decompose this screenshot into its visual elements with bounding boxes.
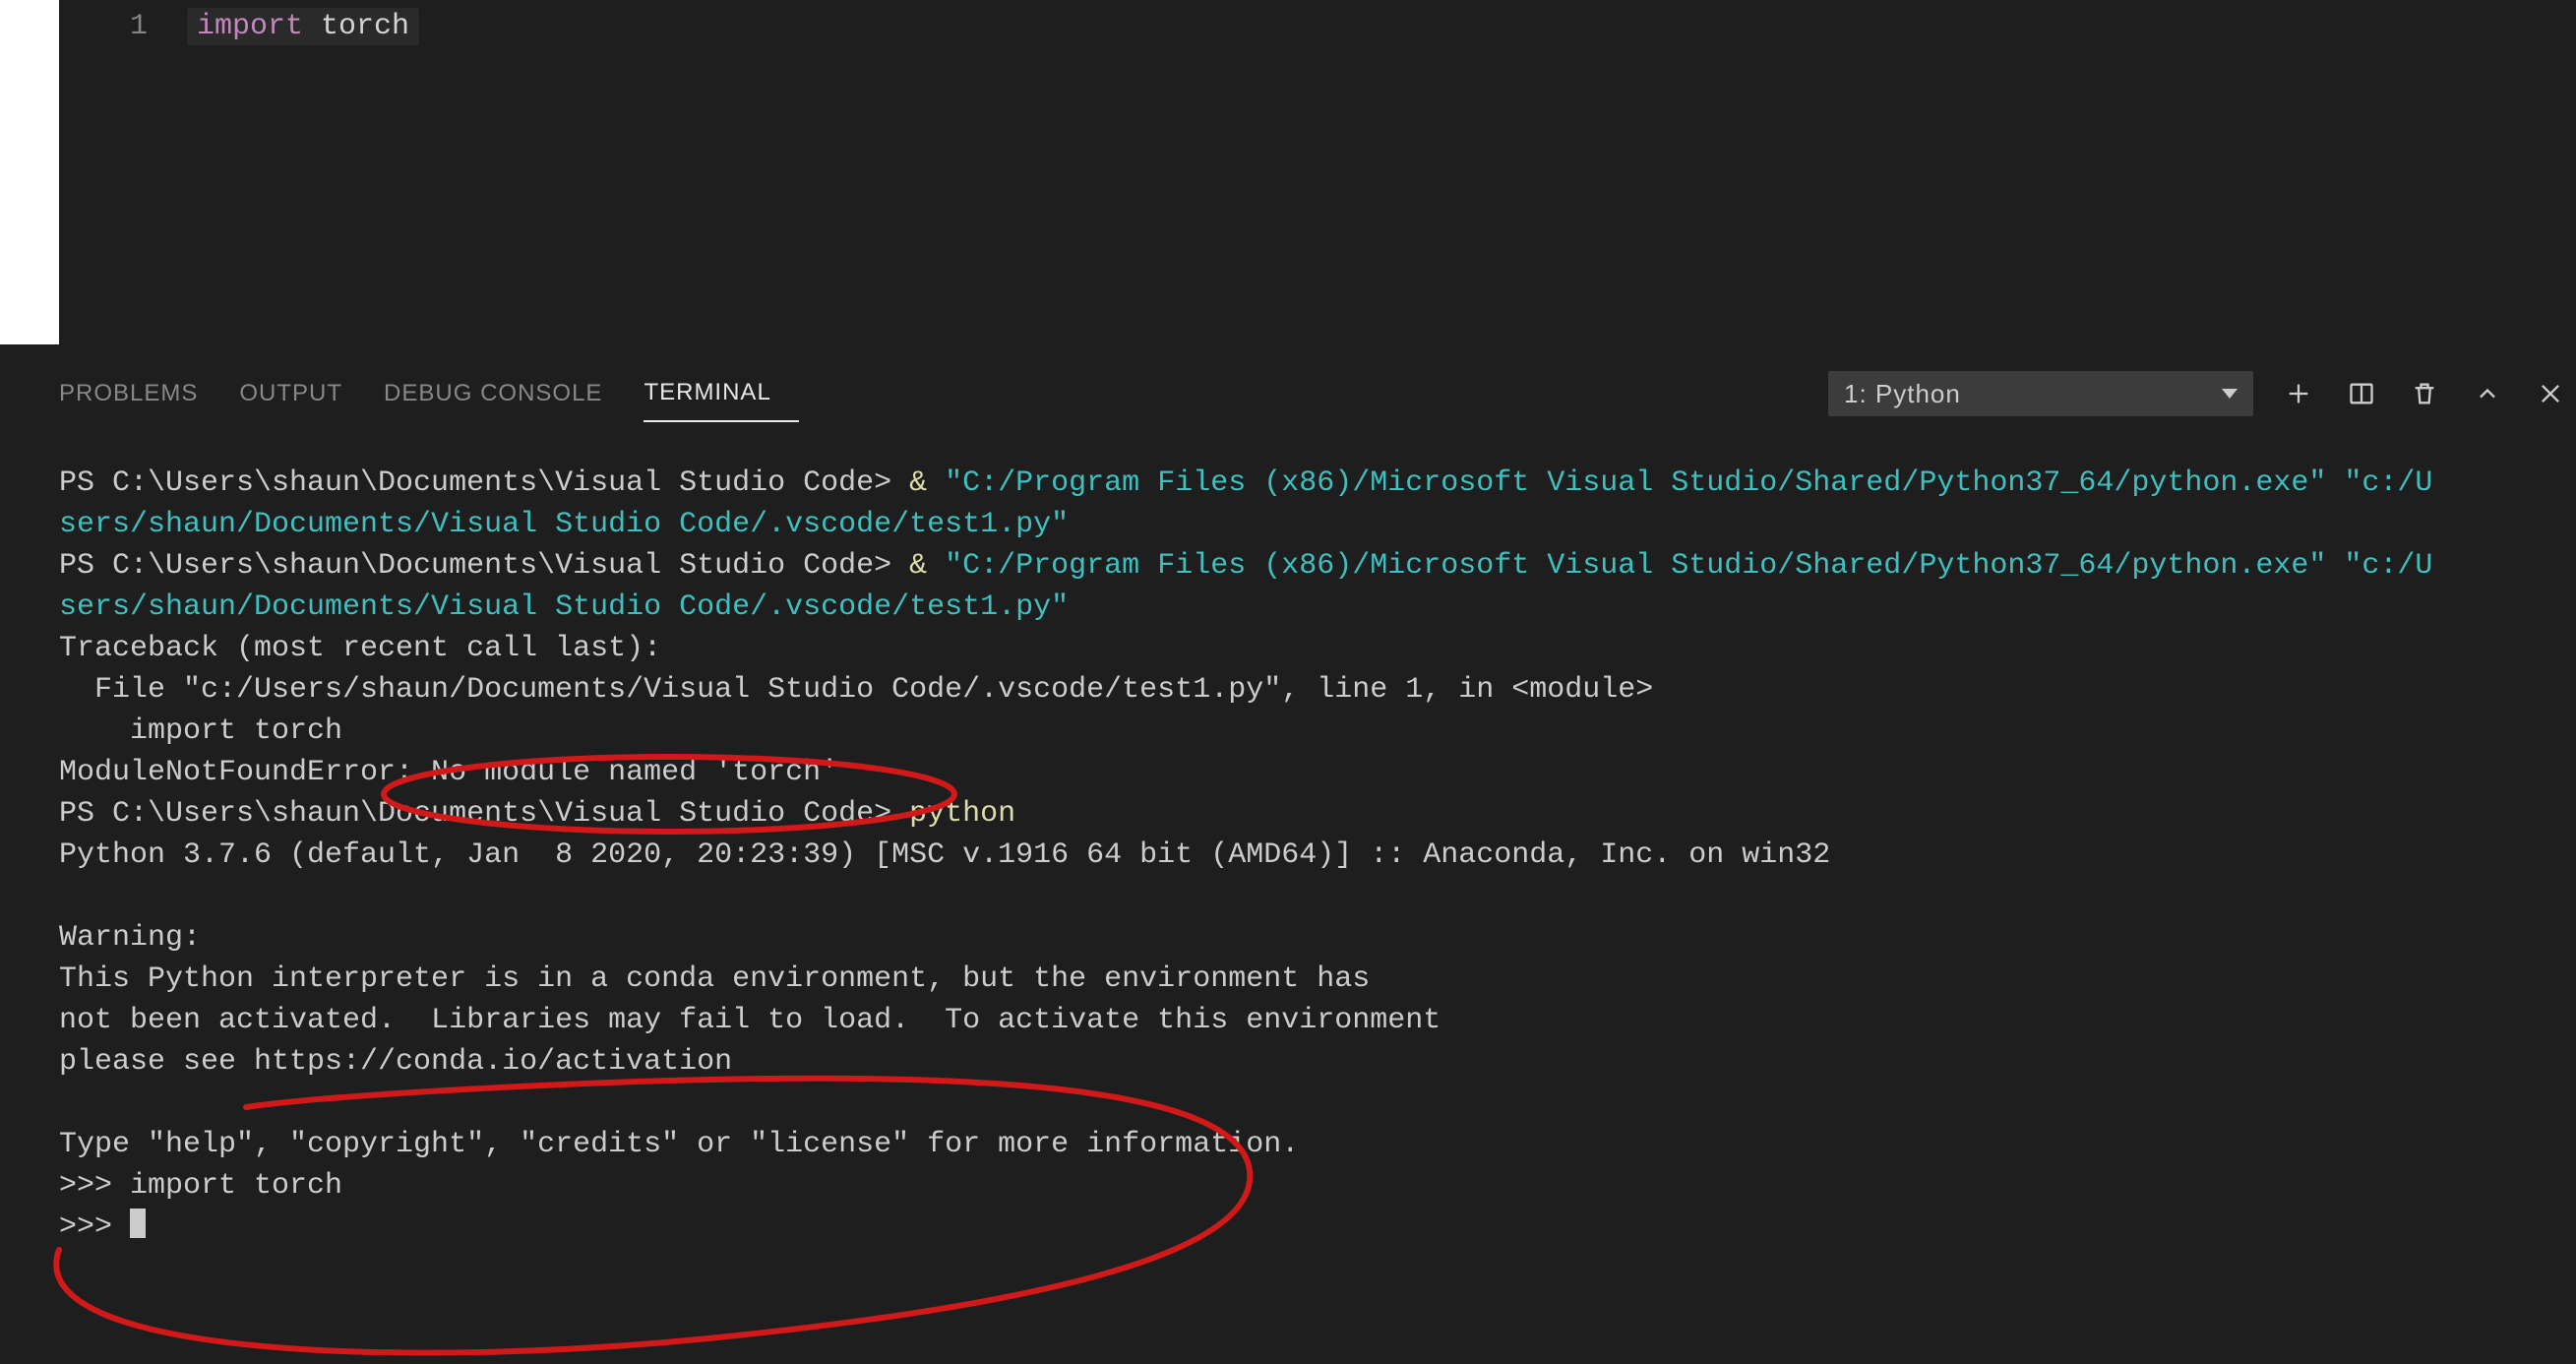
chevron-down-icon	[2222, 389, 2238, 399]
line-number: 1	[79, 10, 187, 43]
tab-problems[interactable]: PROBLEMS	[59, 366, 225, 421]
split-terminal-button[interactable]	[2344, 376, 2379, 411]
terminal-selector[interactable]: 1: Python	[1828, 371, 2253, 416]
tab-terminal[interactable]: TERMINAL	[644, 365, 798, 422]
editor-line-1[interactable]: 1 import torch	[79, 6, 419, 47]
tab-output[interactable]: OUTPUT	[239, 366, 370, 421]
terminal-line: This Python interpreter is in a conda en…	[59, 962, 1370, 996]
panel-actions: 1: Python	[1828, 371, 2568, 416]
kill-terminal-button[interactable]	[2407, 376, 2442, 411]
terminal-line: sers/shaun/Documents/Visual Studio Code/…	[59, 508, 1069, 541]
bottom-panel: PROBLEMS OUTPUT DEBUG CONSOLE TERMINAL 1…	[59, 364, 2576, 1364]
chevron-up-icon	[2474, 380, 2501, 407]
terminal-line: import torch	[59, 714, 342, 748]
tab-debug-console[interactable]: DEBUG CONSOLE	[384, 366, 630, 421]
editor-left-margin	[0, 0, 59, 344]
new-terminal-button[interactable]	[2281, 376, 2316, 411]
terminal-line: File "c:/Users/shaun/Documents/Visual St…	[59, 673, 1653, 707]
terminal-line: ModuleNotFoundError: No module named 'to…	[59, 756, 838, 789]
terminal-output[interactable]: PS C:\Users\shaun\Documents\Visual Studi…	[59, 423, 2576, 1364]
code-line[interactable]: import torch	[187, 8, 419, 45]
editor-pane[interactable]: 1 import torch	[0, 0, 2576, 344]
terminal-cursor	[130, 1209, 146, 1238]
terminal-line: Traceback (most recent call last):	[59, 632, 661, 665]
terminal-line: sers/shaun/Documents/Visual Studio Code/…	[59, 590, 1069, 624]
plus-icon	[2285, 380, 2312, 407]
terminal-line: PS C:\Users\shaun\Documents\Visual Studi…	[59, 466, 2432, 500]
terminal-line: Type "help", "copyright", "credits" or "…	[59, 1128, 1299, 1161]
terminal-selector-label: 1: Python	[1844, 379, 1961, 409]
terminal-line: >>>	[59, 1210, 146, 1244]
close-panel-button[interactable]	[2533, 376, 2568, 411]
trash-icon	[2411, 380, 2438, 407]
terminal-line: PS C:\Users\shaun\Documents\Visual Studi…	[59, 549, 2432, 583]
keyword-import: import	[197, 10, 303, 43]
terminal-line: not been activated. Libraries may fail t…	[59, 1004, 1441, 1037]
close-icon	[2537, 380, 2564, 407]
maximize-panel-button[interactable]	[2470, 376, 2505, 411]
terminal-line: Python 3.7.6 (default, Jan 8 2020, 20:23…	[59, 838, 1830, 872]
terminal-line: please see https://conda.io/activation	[59, 1045, 732, 1079]
terminal-line: Warning:	[59, 921, 201, 955]
identifier-torch: torch	[303, 10, 409, 43]
terminal-line: >>> import torch	[59, 1169, 342, 1203]
split-icon	[2348, 380, 2375, 407]
panel-tabbar: PROBLEMS OUTPUT DEBUG CONSOLE TERMINAL 1…	[59, 364, 2576, 423]
terminal-line: PS C:\Users\shaun\Documents\Visual Studi…	[59, 797, 1015, 831]
